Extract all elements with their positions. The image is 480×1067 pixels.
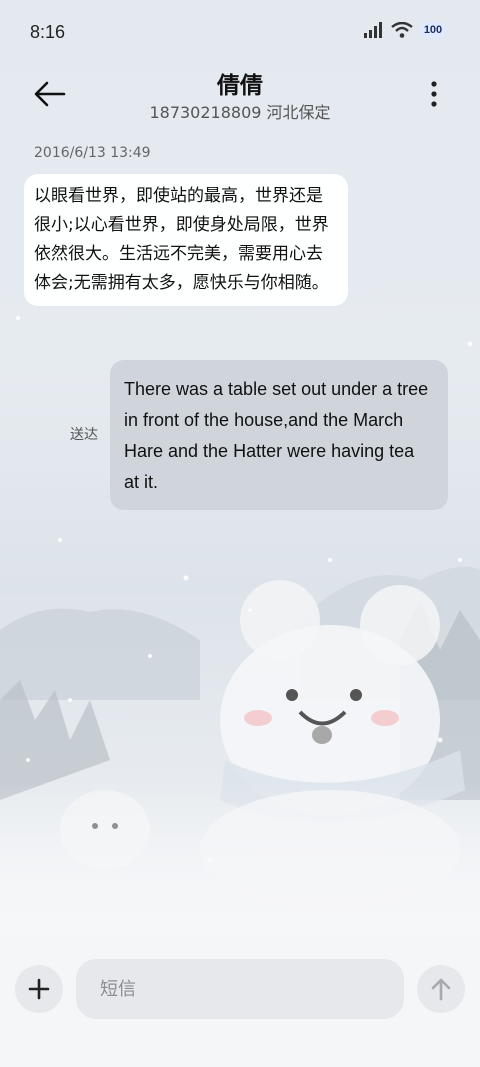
message-timestamp: 2016/6/13 13:49 (34, 145, 151, 161)
more-vertical-icon (431, 81, 437, 107)
plus-icon (28, 978, 50, 1000)
status-bar: 8:16 100 (0, 0, 480, 66)
outgoing-message-bubble[interactable]: There was a table set out under a tree i… (110, 360, 448, 510)
signal-icon (364, 22, 382, 38)
sms-input[interactable] (76, 959, 404, 1019)
incoming-message-bubble[interactable]: 以眼看世界，即使站的最高，世界还是很小;以心看世界，即使身处局限，世界依然很大。… (24, 174, 348, 306)
more-options-button[interactable] (424, 78, 444, 110)
composer-bar (0, 937, 480, 1067)
wifi-icon (391, 22, 413, 38)
battery-badge: 100 (420, 22, 446, 38)
contact-name: 倩倩 (217, 73, 263, 99)
status-time: 8:16 (30, 22, 66, 42)
contact-detail: 18730218809 河北保定 (149, 103, 331, 122)
status-icons: 100 (364, 22, 446, 38)
conversation-header: 倩倩 18730218809 河北保定 (0, 66, 480, 128)
send-arrow-up-icon (431, 978, 451, 1001)
delivery-status: 送达 (70, 427, 98, 443)
add-attachment-button[interactable] (15, 965, 63, 1013)
send-button[interactable] (417, 965, 465, 1013)
